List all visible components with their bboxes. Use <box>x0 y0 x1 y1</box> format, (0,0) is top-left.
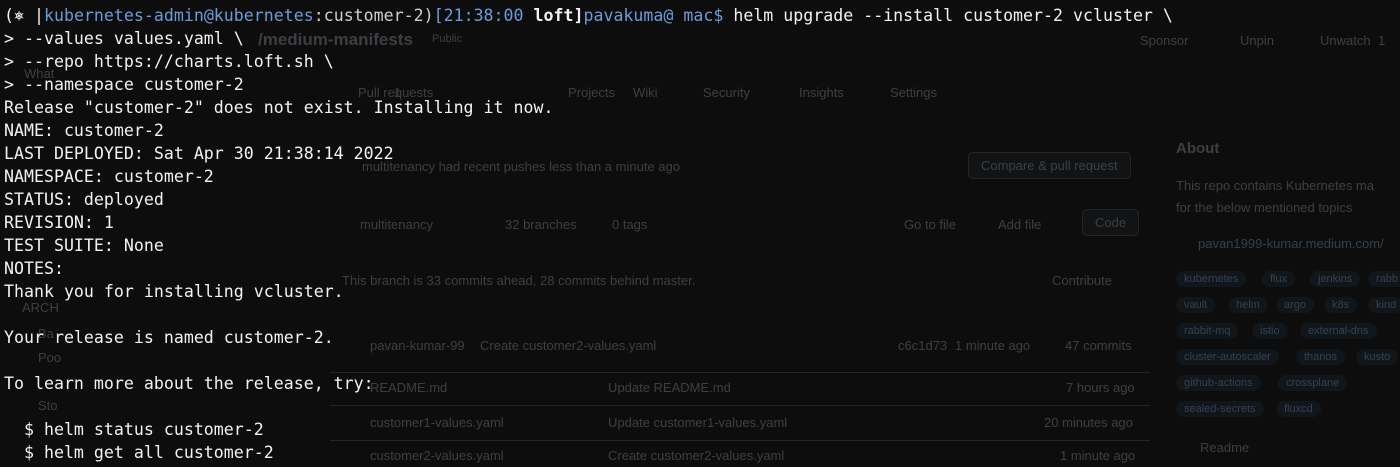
terminal-output-line: > --namespace customer-2 <box>4 75 244 94</box>
terminal-output-line: REVISION: 1 <box>4 213 114 232</box>
terminal-window[interactable]: (⎈ |kubernetes-admin@kubernetes:customer… <box>0 0 1400 467</box>
terminal-output-line: NAME: customer-2 <box>4 121 164 140</box>
kube-namespace: :customer-2) <box>313 6 434 25</box>
terminal-output-line: NOTES: <box>4 259 64 278</box>
terminal-output-line: Release "customer-2" does not exist. Ins… <box>4 98 554 117</box>
terminal-output-line: NAMESPACE: customer-2 <box>4 167 214 186</box>
terminal-output-line: STATUS: deployed <box>4 190 164 209</box>
kube-context: kubernetes-admin@kubernetes <box>43 6 314 25</box>
prompt-cwd: loft] <box>533 6 584 25</box>
prompt-user: pavakuma@ mac$ <box>583 6 724 25</box>
terminal-output-line: $ helm get all customer-2 <box>4 443 274 462</box>
terminal-output-line: > --values values.yaml \ <box>4 29 244 48</box>
terminal-output-line: Thank you for installing vcluster. <box>4 282 344 301</box>
kube-icon: (⎈ | <box>4 6 44 25</box>
terminal-output-line: LAST DEPLOYED: Sat Apr 30 21:38:14 2022 <box>4 144 394 163</box>
terminal-output-line: TEST SUITE: None <box>4 236 164 255</box>
command-text: helm upgrade --install customer-2 vclust… <box>723 6 1173 25</box>
terminal-output-line: Your release is named customer-2. <box>4 328 334 347</box>
prompt-line: (⎈ |kubernetes-admin@kubernetes:customer… <box>4 4 1400 27</box>
prompt-time: [21:38:00 <box>433 6 534 25</box>
terminal-output-line: > --repo https://charts.loft.sh \ <box>4 52 334 71</box>
terminal-output-line: $ helm status customer-2 <box>4 420 264 439</box>
terminal-output-line: To learn more about the release, try: <box>4 374 374 393</box>
